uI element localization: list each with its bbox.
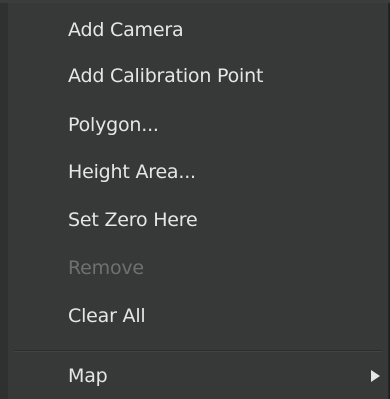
menu-item-label: Add Calibration Point: [68, 65, 264, 87]
menu-item-label: Add Camera: [68, 19, 184, 41]
menu-item-set-zero-here[interactable]: Set Zero Here: [0, 198, 388, 242]
menu-item-height-area[interactable]: Height Area...: [0, 150, 388, 194]
context-menu: Add Camera Add Calibration Point Polygon…: [0, 3, 389, 399]
menu-item-label: Clear All: [68, 305, 146, 327]
menu-item-label: Set Zero Here: [68, 209, 198, 231]
menu-item-label: Map: [68, 365, 108, 387]
menu-item-add-camera[interactable]: Add Camera: [0, 8, 388, 52]
menu-item-polygon[interactable]: Polygon...: [0, 103, 388, 147]
menu-item-label: Height Area...: [68, 161, 196, 183]
menu-item-label: Polygon...: [68, 114, 159, 136]
menu-item-add-calibration-point[interactable]: Add Calibration Point: [0, 54, 388, 98]
menu-item-map[interactable]: Map: [0, 354, 388, 398]
menu-item-clear-all[interactable]: Clear All: [0, 294, 388, 338]
menu-item-label: Remove: [68, 257, 144, 279]
submenu-arrow-icon: [371, 370, 380, 382]
menu-item-remove: Remove: [0, 246, 388, 290]
menu-separator: [14, 350, 382, 351]
